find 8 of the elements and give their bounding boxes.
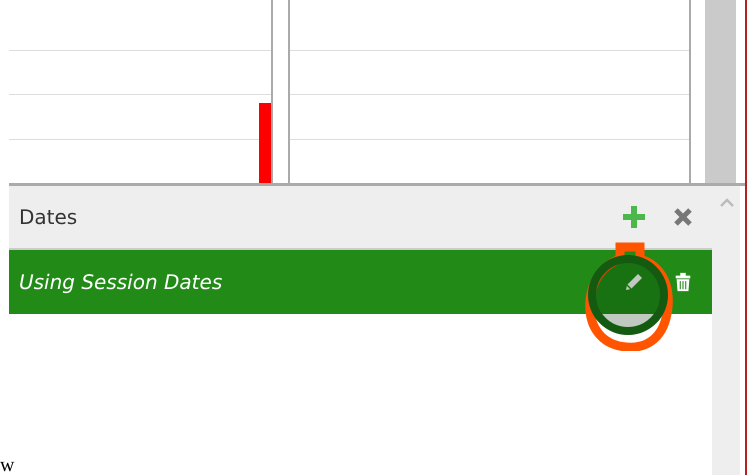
page-text: w: [0, 455, 14, 475]
panel-title: Dates: [19, 205, 78, 229]
edit-icon[interactable]: [623, 271, 645, 293]
add-icon[interactable]: [623, 206, 645, 228]
trash-icon[interactable]: [673, 272, 693, 292]
date-pattern-row[interactable]: Using Session Dates: [9, 250, 712, 314]
close-icon[interactable]: [673, 207, 693, 227]
date-pattern-label: Using Session Dates: [19, 270, 224, 294]
